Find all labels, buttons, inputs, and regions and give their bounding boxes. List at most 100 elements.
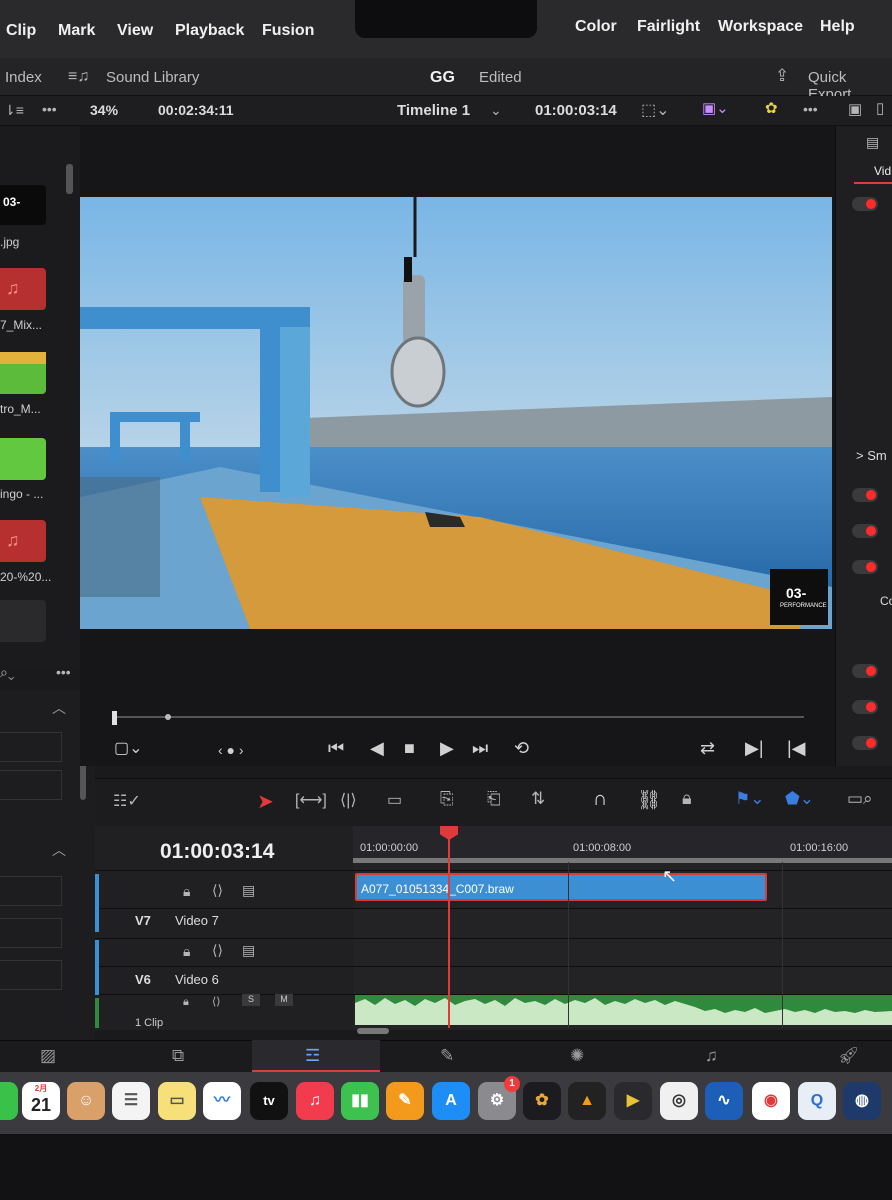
audio-clip[interactable] xyxy=(355,995,892,1025)
menu-playback[interactable]: Playback xyxy=(175,22,244,40)
insert-clip-icon[interactable]: ⎘ xyxy=(440,789,454,809)
index-button[interactable]: Index xyxy=(5,69,42,86)
skip-to-end-icon[interactable]: ⏭ xyxy=(472,738,488,759)
crop-icon[interactable]: ▢⌄ xyxy=(114,738,143,758)
track-lock-icon[interactable]: 🔒︎ xyxy=(183,883,190,900)
inspector-tab-video[interactable]: Vid xyxy=(874,164,891,178)
more-options-icon[interactable]: ••• xyxy=(42,101,57,117)
inspector-section-smart[interactable]: > Sm xyxy=(856,448,887,463)
menu-clip[interactable]: Clip xyxy=(6,22,36,40)
blade-tool-icon[interactable]: ▭ xyxy=(387,790,402,810)
track-lock-icon-3[interactable]: 🔒︎ xyxy=(183,996,189,1009)
skip-to-start-icon[interactable]: ⏮ xyxy=(328,738,344,759)
auto-select-icon-2[interactable]: ⟨⟩ xyxy=(212,942,223,959)
chevron-down-icon[interactable]: ⌄ xyxy=(490,102,502,119)
deliver-page-icon[interactable]: 🚀︎ xyxy=(838,1046,860,1066)
solo-button[interactable]: S xyxy=(242,994,260,1006)
media-thumb-5[interactable]: ♫ xyxy=(0,520,46,562)
more-options-icon-3[interactable]: ••• xyxy=(56,664,71,680)
dock-pages-icon[interactable]: ✎ xyxy=(386,1082,424,1120)
dock-notes-icon[interactable]: ▭ xyxy=(158,1082,196,1120)
dock-freeform-icon[interactable]: 〰 xyxy=(203,1082,241,1120)
fusion-page-icon[interactable]: ✎ xyxy=(440,1046,454,1066)
dock-contacts-icon[interactable]: ☺ xyxy=(67,1082,105,1120)
video-clip[interactable]: A077_01051334_C007.braw xyxy=(355,873,767,901)
panel-toggle-icon[interactable]: ▯ xyxy=(876,99,884,117)
dock-appletv-icon[interactable]: tv xyxy=(250,1082,288,1120)
dock-reminders-icon[interactable]: ☰ xyxy=(112,1082,150,1120)
more-options-icon-2[interactable]: ••• xyxy=(803,101,818,117)
dock-finalcut-icon[interactable]: ▶ xyxy=(614,1082,652,1120)
cut-page-icon[interactable]: ⧉ xyxy=(172,1046,184,1066)
scrubber-handle[interactable] xyxy=(112,711,117,725)
media-page-icon[interactable]: ▨ xyxy=(40,1046,56,1066)
menu-help[interactable]: Help xyxy=(820,18,855,36)
dock-voice-icon[interactable]: ∿ xyxy=(705,1082,743,1120)
effects-slot-2[interactable] xyxy=(0,770,62,800)
toggle-2[interactable] xyxy=(852,488,878,502)
dock-music-icon[interactable]: ♫ xyxy=(296,1082,334,1120)
menu-fairlight[interactable]: Fairlight xyxy=(637,18,700,36)
play-reverse-icon[interactable]: ◀ xyxy=(370,738,384,759)
toggle-5[interactable] xyxy=(852,664,878,678)
toggle-3[interactable] xyxy=(852,524,878,538)
trim-tool-icon[interactable]: [⟷] xyxy=(295,790,327,810)
menu-color[interactable]: Color xyxy=(575,18,617,36)
overwrite-clip-icon[interactable]: ⎗ xyxy=(487,789,501,809)
track-lock-icon-2[interactable]: 🔒︎ xyxy=(183,943,190,960)
effects-slot-1[interactable] xyxy=(0,732,62,762)
flag-icon[interactable]: ⚑⌄ xyxy=(735,789,764,809)
toggle-1[interactable] xyxy=(852,197,878,211)
next-edit-icon[interactable]: ▶| xyxy=(745,738,764,759)
match-frame-icon[interactable]: ⇄ xyxy=(700,738,715,759)
viewer-size-icon[interactable]: ⬚⌄ xyxy=(641,100,670,120)
auto-select-icon[interactable]: ⟨⟩ xyxy=(212,882,223,899)
replace-clip-icon[interactable]: ⇅ xyxy=(531,789,545,809)
jog-control-icon[interactable]: ‹ ● › xyxy=(218,742,244,758)
timeline-name[interactable]: Timeline 1 xyxy=(397,102,470,119)
mute-button[interactable]: M xyxy=(275,994,293,1006)
dock-screenshot-icon[interactable]: ◎ xyxy=(660,1082,698,1120)
track-name-v7[interactable]: Video 7 xyxy=(175,913,219,928)
play-icon[interactable]: ▶ xyxy=(440,738,454,759)
dock-numbers-icon[interactable]: ▮▮ xyxy=(341,1082,379,1120)
edit-page-icon[interactable]: ☲ xyxy=(305,1046,320,1066)
dock-messages-icon[interactable] xyxy=(0,1082,18,1120)
dock-settings-icon[interactable]: ⚙ 1 xyxy=(478,1076,520,1120)
effects-slot-4[interactable] xyxy=(0,918,62,948)
toggle-6[interactable] xyxy=(852,700,878,714)
track-name-v6[interactable]: Video 6 xyxy=(175,972,219,987)
selection-tool-icon[interactable]: ➤ xyxy=(257,789,274,814)
effects-slot-5[interactable] xyxy=(0,960,62,990)
dock-chrome-icon[interactable]: ◉ xyxy=(752,1082,790,1120)
chevron-up-icon-2[interactable]: ︿ xyxy=(52,840,66,860)
sort-icon[interactable]: ⇂≡ xyxy=(4,102,24,119)
dynamic-trim-icon[interactable]: ⟨|⟩ xyxy=(340,790,357,810)
viewer-frame[interactable]: 03- PERFORMANCE xyxy=(80,197,832,629)
media-thumb-2[interactable]: ♫ xyxy=(0,268,46,310)
menu-fusion[interactable]: Fusion xyxy=(262,22,314,40)
dock-globe-icon[interactable]: ◍ xyxy=(843,1082,881,1120)
dock-calendar-icon[interactable]: 2月 21 xyxy=(22,1082,60,1120)
media-thumb-6[interactable] xyxy=(0,600,46,642)
image-icon[interactable]: ▣ xyxy=(848,100,862,118)
dock-appstore-icon[interactable]: A xyxy=(432,1082,470,1120)
auto-select-icon-3[interactable]: ⟨⟩ xyxy=(212,995,221,1008)
link-icon[interactable]: ⛓ xyxy=(637,788,661,812)
toggle-4[interactable] xyxy=(852,560,878,574)
media-thumb-1[interactable]: 03- xyxy=(0,185,46,225)
menu-view[interactable]: View xyxy=(117,22,153,40)
media-thumb-4[interactable] xyxy=(0,438,46,480)
media-thumb-3[interactable] xyxy=(0,352,46,394)
scrubber-track[interactable] xyxy=(114,716,804,718)
lock-icon[interactable]: 🔒︎ xyxy=(682,788,692,809)
share-icon[interactable]: ⇪ xyxy=(775,66,789,86)
timeline-h-scrollbar[interactable] xyxy=(357,1028,389,1034)
dock-davinci-icon[interactable]: ✿ xyxy=(523,1082,561,1120)
track-visibility-icon[interactable]: ▤ xyxy=(242,882,255,899)
marker-icon[interactable]: ⬟⌄ xyxy=(785,789,814,809)
fx-icon[interactable]: ▣⌄ xyxy=(702,99,729,117)
prev-edit-icon[interactable]: |◀ xyxy=(787,738,806,759)
dock-flstudio-icon[interactable]: ▲ xyxy=(568,1082,606,1120)
zoom-level[interactable]: 34% xyxy=(90,102,118,118)
